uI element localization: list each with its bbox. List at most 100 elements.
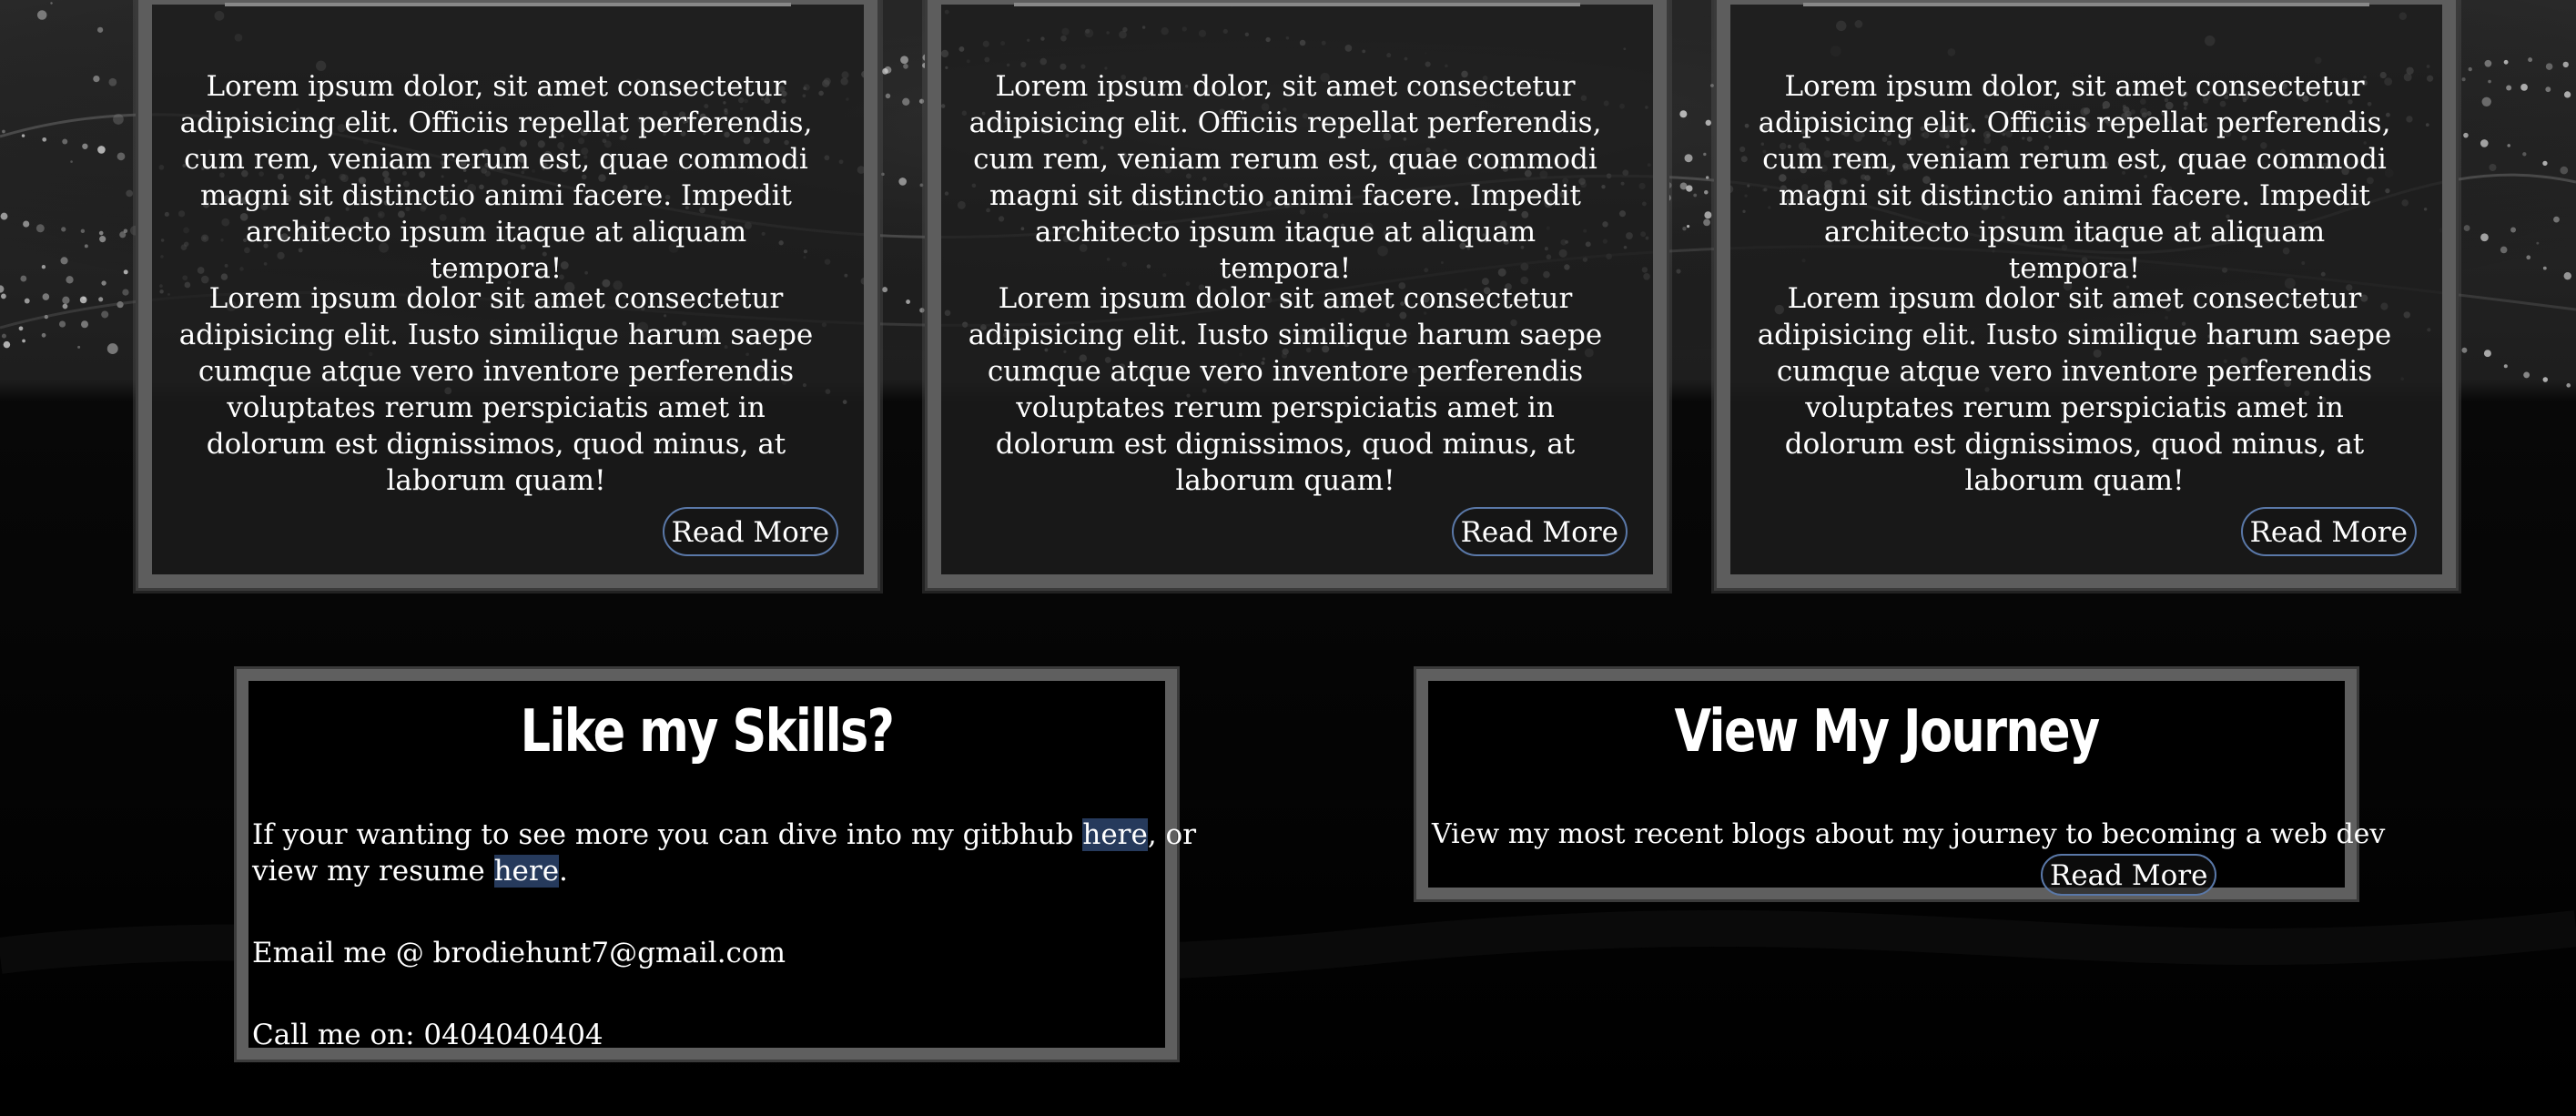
particle-dot — [2563, 91, 2571, 98]
particle-dot — [1693, 193, 1698, 198]
particle-dot — [35, 224, 45, 233]
particle-dot — [77, 345, 81, 349]
particle-dot — [99, 236, 106, 243]
particle-dot — [0, 212, 8, 220]
particle-dot — [123, 228, 128, 233]
particle-dot — [882, 287, 888, 293]
particle-dot — [2507, 144, 2511, 147]
particle-dot — [22, 339, 25, 343]
particle-dot — [2481, 96, 2491, 107]
content-card-1: Lorem ipsum dolor, sit amet consectetur … — [136, 0, 880, 591]
particle-dot — [2563, 271, 2571, 280]
content-card-2: Lorem ipsum dolor, sit amet consectetur … — [925, 0, 1669, 591]
resume-link[interactable]: here — [493, 855, 560, 888]
particle-dot — [108, 77, 117, 86]
particle-dot — [60, 257, 68, 265]
github-line-suffix: , or — [1147, 818, 1197, 851]
particle-dot — [2542, 377, 2549, 382]
card-paragraph-1: Lorem ipsum dolor, sit amet consectetur … — [1758, 70, 2391, 285]
particle-dot — [97, 146, 106, 154]
particle-dot — [2510, 227, 2517, 233]
particle-dot — [2523, 371, 2530, 379]
particle-dot — [3, 340, 11, 349]
particle-dot — [2489, 163, 2497, 172]
skills-title: Like my Skills? — [520, 698, 895, 766]
particle-dot — [1704, 189, 1709, 195]
particle-dot — [20, 275, 27, 282]
particle-dot — [902, 97, 910, 106]
particle-dot — [82, 297, 86, 300]
particle-dot — [2545, 86, 2551, 93]
particle-dot — [66, 276, 74, 284]
particle-dot — [62, 296, 70, 304]
particle-dot — [2500, 246, 2508, 254]
particle-dot — [1686, 224, 1690, 228]
github-line-text: If your wanting to see more you can dive… — [252, 818, 1083, 851]
github-link[interactable]: here — [1082, 818, 1148, 851]
skills-contact-box: Like my Skills? If your wanting to see m… — [234, 666, 1196, 1062]
particle-dot — [62, 138, 68, 145]
particle-dot — [2503, 59, 2509, 65]
particle-dot — [106, 343, 118, 355]
particle-dot — [906, 299, 910, 304]
particle-dot — [101, 280, 106, 286]
resume-line: view my resume here. — [252, 853, 568, 889]
particle-dot — [2, 129, 5, 134]
particle-dot — [42, 137, 47, 142]
particle-dot — [1704, 211, 1712, 219]
read-more-button[interactable]: Read More — [2240, 507, 2417, 556]
particle-dot — [58, 320, 66, 328]
particle-dot — [2483, 350, 2491, 358]
particle-dot — [41, 265, 46, 269]
particle-dot — [903, 64, 908, 69]
particle-dot — [2566, 383, 2571, 388]
particle-dot — [1705, 119, 1711, 127]
particle-dot — [1, 333, 6, 339]
particle-dot — [1682, 226, 1687, 231]
particle-dot — [2461, 347, 2468, 353]
particle-dot — [2468, 66, 2472, 72]
resume-line-suffix: . — [559, 855, 568, 888]
particle-dot — [2522, 152, 2527, 157]
particle-dot — [2480, 139, 2489, 147]
particle-dot — [2545, 63, 2553, 70]
read-more-button[interactable]: Read More — [1451, 507, 1628, 556]
particle-dot — [36, 10, 47, 20]
particle-dot — [1703, 152, 1707, 157]
particle-dot — [2542, 160, 2548, 167]
journey-title: View My Journey — [1674, 698, 2100, 766]
journey-text: View my most recent blogs about my journ… — [1432, 818, 2386, 850]
journey-read-more-button[interactable]: Read More — [2041, 854, 2217, 896]
particle-dot — [82, 143, 88, 149]
particle-dot — [62, 303, 68, 309]
particle-dot — [93, 75, 100, 83]
particle-dot — [84, 244, 88, 249]
particle-dot — [21, 134, 25, 137]
particle-dot — [1676, 269, 1681, 274]
particle-dot — [1703, 218, 1710, 227]
particle-dot — [1679, 110, 1688, 118]
email-text: Email me @ brodiehunt7@gmail.com — [252, 937, 786, 969]
particle-dot — [1679, 182, 1688, 190]
phone-text: Call me on: 0404040404 — [252, 1019, 603, 1051]
read-more-button[interactable]: Read More — [662, 507, 838, 556]
particle-dot — [18, 326, 24, 331]
particle-dot — [122, 289, 129, 296]
particle-dot — [2488, 79, 2491, 84]
particle-dot — [96, 26, 104, 33]
particle-dot — [2528, 57, 2533, 63]
particle-dot — [81, 320, 88, 329]
particle-dot — [2520, 84, 2528, 91]
particle-dot — [126, 189, 134, 198]
particle-dot — [61, 227, 66, 232]
particle-dot — [101, 310, 109, 319]
particle-dot — [2480, 233, 2489, 242]
particle-dot — [2461, 77, 2466, 82]
particle-dot — [2503, 364, 2508, 369]
particle-dot — [2536, 241, 2540, 245]
particle-dot — [70, 160, 73, 163]
particle-dot — [1684, 154, 1693, 163]
card-paragraph-1: Lorem ipsum dolor, sit amet consectetur … — [179, 70, 813, 285]
particle-dot — [2526, 255, 2531, 260]
particle-dot — [881, 172, 885, 177]
